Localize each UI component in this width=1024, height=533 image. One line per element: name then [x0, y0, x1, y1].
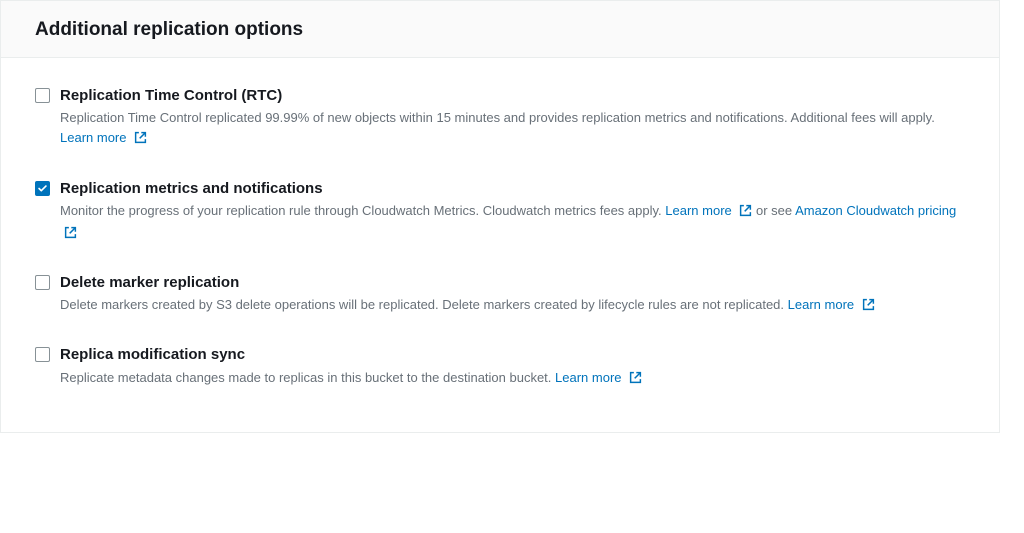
learn-more-text: Learn more: [788, 297, 854, 312]
learn-more-link-rtc[interactable]: Learn more: [60, 130, 147, 145]
option-replica-sync-desc: Replicate metadata changes made to repli…: [60, 368, 965, 390]
option-delete-marker: Delete marker replication Delete markers…: [35, 259, 965, 331]
panel-title: Additional replication options: [35, 19, 979, 41]
learn-more-link-replica[interactable]: Learn more: [555, 370, 642, 385]
option-metrics: Replication metrics and notifications Mo…: [35, 165, 965, 260]
learn-more-link-delete[interactable]: Learn more: [788, 297, 875, 312]
option-rtc: Replication Time Control (RTC) Replicati…: [35, 72, 965, 165]
learn-more-link-metrics[interactable]: Learn more: [665, 203, 756, 218]
option-replica-sync: Replica modification sync Replicate meta…: [35, 331, 965, 403]
option-metrics-desc: Monitor the progress of your replication…: [60, 201, 965, 245]
learn-more-text: Learn more: [60, 130, 126, 145]
checkbox-replica-sync[interactable]: [35, 347, 50, 362]
checkbox-delete-marker[interactable]: [35, 275, 50, 290]
external-link-icon: [862, 297, 875, 317]
option-delete-marker-desc-text: Delete markers created by S3 delete oper…: [60, 297, 784, 312]
panel-body: Replication Time Control (RTC) Replicati…: [1, 58, 999, 432]
option-rtc-label: Replication Time Control (RTC): [60, 86, 965, 106]
option-metrics-text: Replication metrics and notifications Mo…: [60, 179, 965, 246]
learn-more-text: Learn more: [665, 203, 731, 218]
cloudwatch-pricing-text: Amazon Cloudwatch pricing: [795, 203, 956, 218]
option-replica-sync-text: Replica modification sync Replicate meta…: [60, 345, 965, 389]
option-metrics-desc-text: Monitor the progress of your replication…: [60, 203, 662, 218]
option-delete-marker-label: Delete marker replication: [60, 273, 965, 293]
learn-more-text: Learn more: [555, 370, 621, 385]
option-delete-marker-text: Delete marker replication Delete markers…: [60, 273, 965, 317]
external-link-icon: [629, 370, 642, 390]
checkbox-metrics[interactable]: [35, 181, 50, 196]
option-rtc-desc: Replication Time Control replicated 99.9…: [60, 108, 965, 150]
option-replica-sync-label: Replica modification sync: [60, 345, 965, 365]
external-link-icon: [739, 203, 752, 223]
option-rtc-text: Replication Time Control (RTC) Replicati…: [60, 86, 965, 151]
checkbox-rtc[interactable]: [35, 88, 50, 103]
additional-replication-options-panel: Additional replication options Replicati…: [0, 0, 1000, 433]
option-replica-sync-desc-text: Replicate metadata changes made to repli…: [60, 370, 551, 385]
option-metrics-orsee: or see: [756, 203, 792, 218]
external-link-icon: [64, 225, 77, 245]
option-delete-marker-desc: Delete markers created by S3 delete oper…: [60, 295, 965, 317]
option-rtc-desc-text: Replication Time Control replicated 99.9…: [60, 110, 935, 125]
panel-header: Additional replication options: [1, 1, 999, 58]
external-link-icon: [134, 130, 147, 150]
option-metrics-label: Replication metrics and notifications: [60, 179, 965, 199]
